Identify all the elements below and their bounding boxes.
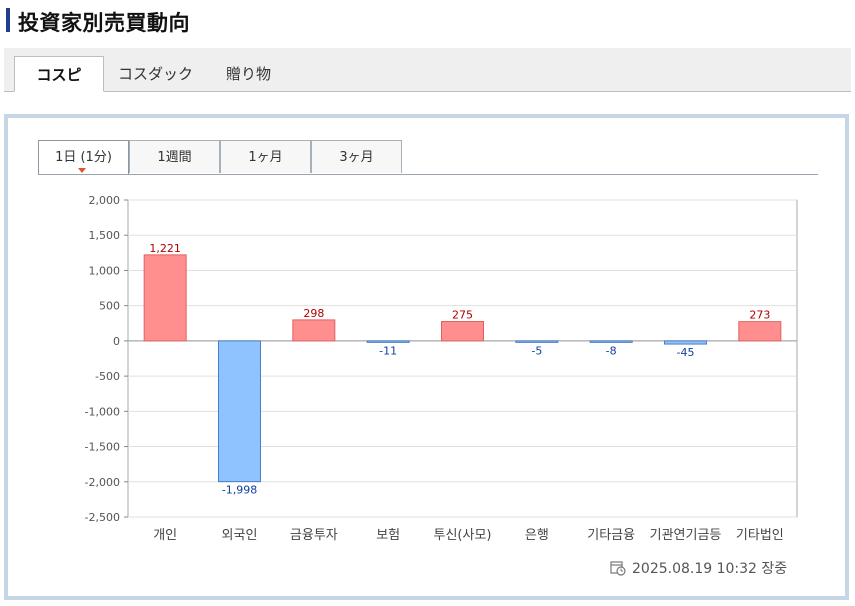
y-tick-label: 0 — [113, 335, 120, 348]
y-tick-label: 2,000 — [89, 194, 121, 207]
x-tick-label: 개인 — [153, 528, 177, 543]
bar — [738, 321, 782, 342]
x-tick-label: 투신(사모) — [434, 528, 492, 543]
data-label: 298 — [303, 307, 324, 320]
data-label: -1,998 — [222, 484, 257, 497]
data-label: -5 — [531, 344, 542, 357]
y-tick-label: -2,000 — [85, 476, 120, 489]
bar — [589, 340, 633, 343]
y-tick-label: -500 — [95, 370, 120, 383]
x-tick-label: 기타법인 — [736, 528, 784, 543]
x-tick-label: 은행 — [525, 527, 549, 543]
bar — [218, 340, 261, 483]
data-label: -8 — [606, 344, 617, 357]
y-tick-label: -2,500 — [85, 511, 120, 524]
y-tick-label: -1,500 — [85, 441, 120, 454]
bar — [366, 340, 410, 343]
y-tick-label: 500 — [99, 300, 120, 313]
data-label: 275 — [452, 309, 473, 322]
investor-trading-bar-chart: 2,000 1,500 1,000 500 0 -500 -1,000 -1,500 -2,00… — [85, 194, 798, 543]
bar — [515, 340, 559, 343]
calendar-clock-icon — [610, 561, 626, 576]
bar — [664, 340, 707, 345]
y-tick-label: -1,000 — [85, 405, 120, 418]
bar — [441, 321, 484, 342]
y-tick-label: 1,000 — [89, 264, 121, 277]
timestamp: 2025.08.19 10:32 장중 — [632, 561, 788, 577]
x-tick-label: 기타금융 — [587, 528, 635, 543]
x-tick-label: 보험 — [376, 528, 400, 543]
y-tick-label: 1,500 — [89, 229, 121, 242]
bar — [292, 319, 336, 342]
x-tick-label: 금융투자 — [290, 528, 338, 543]
x-tick-label: 외국인 — [222, 528, 258, 543]
data-label: -11 — [379, 344, 397, 357]
x-tick-label: 기관연기금등 — [650, 528, 722, 543]
data-label: 1,221 — [149, 242, 181, 255]
data-label: -45 — [677, 346, 695, 359]
data-label: 273 — [749, 309, 770, 322]
bar — [143, 254, 187, 342]
